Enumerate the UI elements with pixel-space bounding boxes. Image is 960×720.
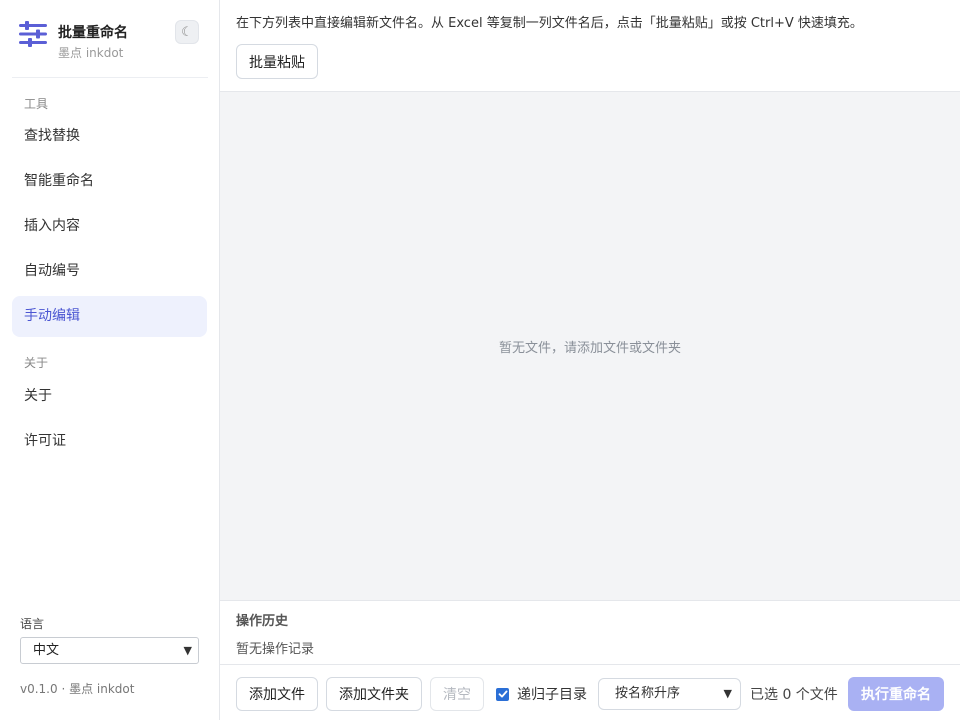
main-panel: 在下方列表中直接编辑新文件名。从 Excel 等复制一列文件名后，点击「批量粘贴… — [220, 0, 960, 720]
sidebar-item-insert-content[interactable]: 插入内容 — [12, 206, 207, 247]
selected-count: 已选 0 个文件 — [750, 687, 838, 703]
clear-button[interactable]: 清空 — [430, 677, 484, 711]
empty-state-message: 暂无文件，请添加文件或文件夹 — [498, 341, 681, 356]
language-select[interactable]: 中文 ▼ — [20, 637, 199, 664]
recursive-checkbox-wrapper[interactable]: 递归子目录 — [496, 684, 587, 704]
chevron-down-icon: ▼ — [723, 687, 732, 700]
section-label-about: 关于 — [24, 356, 49, 370]
add-file-button[interactable]: 添加文件 — [236, 677, 318, 711]
execute-rename-button[interactable]: 执行重命名 — [848, 677, 944, 711]
theme-toggle-button[interactable]: ☾ — [175, 20, 199, 44]
sidebar-item-license[interactable]: 许可证 — [12, 421, 207, 462]
bottom-toolbar: 添加文件 添加文件夹 清空 递归子目录 按名称升序 ▼ 已选 0 个文件 执行重… — [220, 664, 960, 720]
sort-value: 按名称升序 — [615, 686, 681, 701]
instruction-text: 在下方列表中直接编辑新文件名。从 Excel 等复制一列文件名后，点击「批量粘贴… — [236, 16, 863, 31]
brand-header: 批量重命名 墨点 inkdot ☾ — [12, 12, 208, 78]
sidebar-item-auto-number[interactable]: 自动编号 — [12, 251, 207, 292]
history-empty-text: 暂无操作记录 — [236, 642, 315, 657]
check-icon — [498, 690, 507, 698]
add-folder-button[interactable]: 添加文件夹 — [326, 677, 422, 711]
app-title: 批量重命名 — [58, 25, 128, 41]
moon-icon: ☾ — [181, 24, 193, 40]
app-subtitle: 墨点 inkdot — [58, 46, 124, 60]
recursive-checkbox[interactable] — [496, 687, 509, 701]
sidebar-item-smart-rename[interactable]: 智能重命名 — [12, 161, 207, 202]
language-label: 语言 — [20, 617, 45, 631]
chevron-down-icon: ▼ — [183, 644, 192, 657]
sidebar-item-about[interactable]: 关于 — [12, 376, 207, 417]
batch-paste-button[interactable]: 批量粘贴 — [236, 44, 318, 79]
sort-select[interactable]: 按名称升序 ▼ — [598, 678, 741, 710]
file-list-area[interactable]: 暂无文件，请添加文件或文件夹 — [220, 91, 960, 601]
version-text: v0.1.0 · 墨点 inkdot — [20, 682, 135, 696]
sliders-icon — [19, 21, 47, 47]
sidebar-item-manual-edit[interactable]: 手动编辑 — [12, 296, 207, 337]
sidebar: 批量重命名 墨点 inkdot ☾ 工具 查找替换 智能重命名 插入内容 自动编… — [0, 0, 220, 720]
language-value: 中文 — [33, 643, 60, 658]
recursive-label: 递归子目录 — [517, 687, 587, 703]
section-label-tools: 工具 — [24, 97, 49, 111]
sidebar-item-find-replace[interactable]: 查找替换 — [12, 116, 207, 157]
history-title: 操作历史 — [236, 614, 289, 629]
